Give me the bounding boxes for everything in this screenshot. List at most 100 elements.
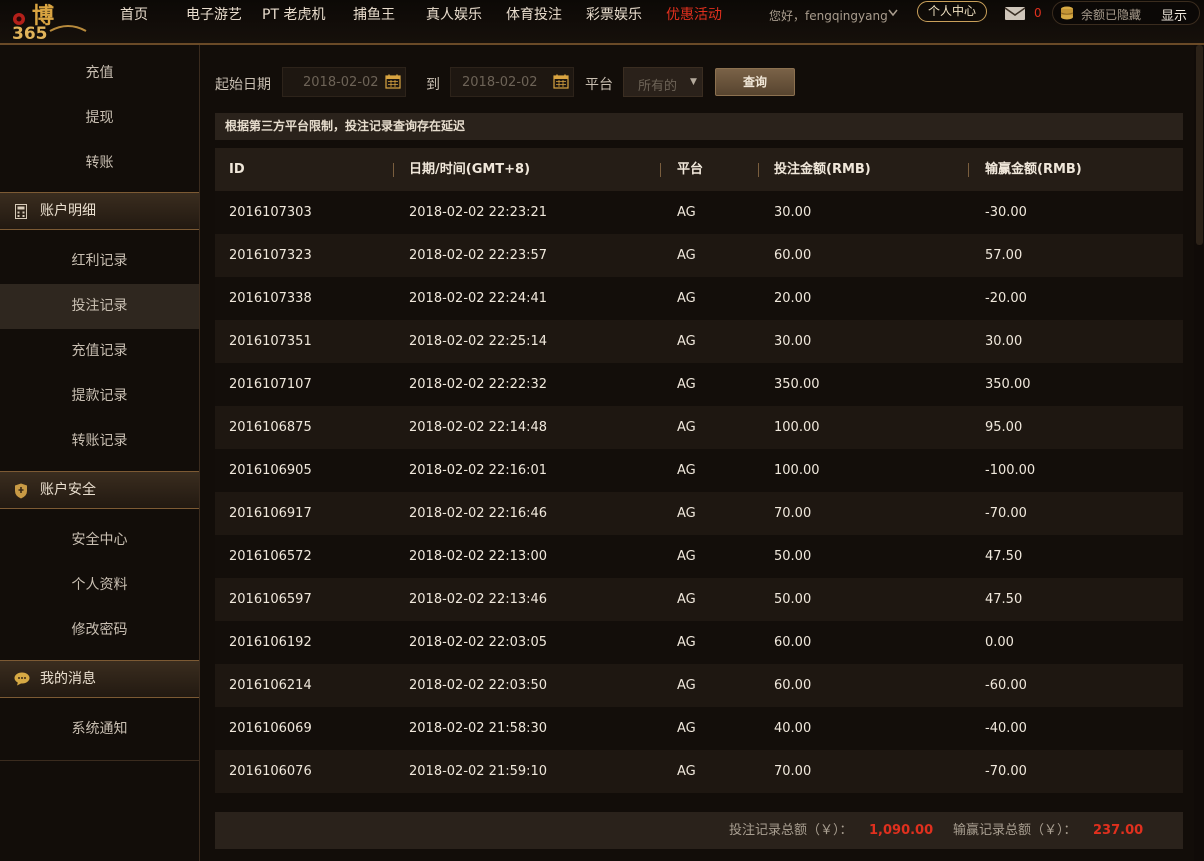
bet-total-value: 1,090.00 xyxy=(869,823,934,838)
query-button[interactable]: 查询 xyxy=(715,68,795,96)
row-datetime: 2018-02-02 22:13:46 xyxy=(409,592,548,607)
nav-item[interactable]: 体育投注 xyxy=(506,0,562,30)
section-account-details[interactable]: 账户明细 xyxy=(0,192,199,230)
calendar-icon[interactable] xyxy=(385,74,401,89)
bet-total-label: 投注记录总额（￥）： xyxy=(729,823,853,838)
row-datetime: 2018-02-02 22:23:57 xyxy=(409,248,548,263)
personal-center-button[interactable]: 个人中心 xyxy=(917,1,987,22)
start-date-value: 2018-02-02 xyxy=(303,75,379,90)
row-bet-amount: 30.00 xyxy=(774,205,812,220)
coin-stack-icon xyxy=(1060,6,1074,20)
balance-box: 余额已隐藏 显示 xyxy=(1052,1,1200,25)
show-balance-button[interactable]: 显示 xyxy=(1161,5,1187,24)
row-id: 2016107323 xyxy=(229,248,312,263)
calendar-icon[interactable] xyxy=(553,74,569,89)
platform-select[interactable]: 所有的 ▼ xyxy=(623,67,703,97)
row-win-loss: 0.00 xyxy=(985,635,1014,650)
table-row: 2016106572 2018-02-02 22:13:00 AG 50.00 47.5… xyxy=(215,535,1183,578)
row-bet-amount: 50.00 xyxy=(774,592,812,607)
row-platform: AG xyxy=(677,334,696,349)
row-win-loss: 57.00 xyxy=(985,248,1023,263)
nav-item[interactable]: PT 老虎机 xyxy=(262,0,325,30)
nav-item[interactable]: 首页 xyxy=(120,0,148,30)
table-row: 2016106905 2018-02-02 22:16:01 AG 100.00 -10… xyxy=(215,449,1183,492)
nav-item[interactable]: 真人娱乐 xyxy=(426,0,482,30)
sidebar-item-transfer[interactable]: 转账 xyxy=(0,141,199,186)
row-id: 2016106917 xyxy=(229,506,312,521)
row-platform: AG xyxy=(677,463,696,478)
row-platform: AG xyxy=(677,506,696,521)
column-divider xyxy=(758,163,759,177)
sidebar-item-deposit[interactable]: 充值 xyxy=(0,51,199,96)
row-id: 2016107107 xyxy=(229,377,312,392)
sidebar-item-withdraw[interactable]: 提现 xyxy=(0,96,199,141)
svg-text:365: 365 xyxy=(12,24,48,41)
nav-item[interactable]: 电子游艺 xyxy=(186,0,242,30)
chevron-down-icon[interactable] xyxy=(888,9,898,17)
page-scrollbar[interactable] xyxy=(1194,45,1204,861)
row-platform: AG xyxy=(677,678,696,693)
end-date-input[interactable]: 2018-02-02 xyxy=(450,67,574,97)
row-id: 2016106597 xyxy=(229,592,312,607)
platform-label: 平台 xyxy=(585,77,613,93)
section-my-messages[interactable]: 我的消息 xyxy=(0,660,199,698)
nav-item[interactable]: 彩票娱乐 xyxy=(586,0,642,30)
row-datetime: 2018-02-02 22:14:48 xyxy=(409,420,548,435)
row-datetime: 2018-02-02 21:58:30 xyxy=(409,721,548,736)
row-id: 2016106572 xyxy=(229,549,312,564)
row-bet-amount: 100.00 xyxy=(774,420,820,435)
shield-icon xyxy=(15,483,27,499)
section-account-security[interactable]: 账户安全 xyxy=(0,471,199,509)
table-row: 2016107323 2018-02-02 22:23:57 AG 60.00 57.0… xyxy=(215,234,1183,277)
sidebar-item-profile[interactable]: 个人资料 xyxy=(0,563,199,608)
table-row: 2016106214 2018-02-02 22:03:50 AG 60.00 -60.… xyxy=(215,664,1183,707)
table-row: 2016106597 2018-02-02 22:13:46 AG 50.00 47.5… xyxy=(215,578,1183,621)
column-divider xyxy=(968,163,969,177)
sidebar: 充值 提现 转账 账户明细 红利记录 投注记录 充值记录 提款记录 转账记录 账… xyxy=(0,45,200,861)
nav-item[interactable]: 捕鱼王 xyxy=(353,0,395,30)
win-total-value: 237.00 xyxy=(1093,823,1144,838)
table-row: 2016107338 2018-02-02 22:24:41 AG 20.00 -20.… xyxy=(215,277,1183,320)
row-platform: AG xyxy=(677,549,696,564)
mail-icon[interactable] xyxy=(1004,6,1026,21)
scrollbar-thumb[interactable] xyxy=(1196,45,1203,245)
row-platform: AG xyxy=(677,764,696,779)
row-platform: AG xyxy=(677,205,696,220)
row-win-loss: -60.00 xyxy=(985,678,1027,693)
user-greeting[interactable]: 您好，fengqingyang xyxy=(769,7,888,24)
row-bet-amount: 40.00 xyxy=(774,721,812,736)
row-win-loss: 95.00 xyxy=(985,420,1023,435)
column-header-id: ID xyxy=(229,162,245,177)
table-header: ID 日期/时间(GMT+8) 平台 投注金额(RMB) 输赢金额(RMB) xyxy=(215,148,1183,191)
row-win-loss: -20.00 xyxy=(985,291,1027,306)
sidebar-item-system-notice[interactable]: 系统通知 xyxy=(0,707,199,752)
sidebar-item-bonus-records[interactable]: 红利记录 xyxy=(0,239,199,284)
calculator-icon xyxy=(15,204,27,219)
nav-item[interactable]: 优惠活动 xyxy=(666,0,722,30)
table-row: 2016107107 2018-02-02 22:22:32 AG 350.00 350… xyxy=(215,363,1183,406)
platform-select-value: 所有的 xyxy=(638,79,678,94)
table-body: 2016107303 2018-02-02 22:23:21 AG 30.00 -30.… xyxy=(215,191,1183,793)
row-bet-amount: 70.00 xyxy=(774,506,812,521)
end-date-value: 2018-02-02 xyxy=(462,75,538,90)
start-date-input[interactable]: 2018-02-02 xyxy=(282,67,406,97)
row-id: 2016107351 xyxy=(229,334,312,349)
row-win-loss: 30.00 xyxy=(985,334,1023,349)
sidebar-item-bet-records[interactable]: 投注记录 xyxy=(0,284,199,329)
sidebar-item-transfer-records[interactable]: 转账记录 xyxy=(0,419,199,464)
row-id: 2016106875 xyxy=(229,420,312,435)
to-label: 到 xyxy=(426,77,440,93)
row-datetime: 2018-02-02 22:13:00 xyxy=(409,549,548,564)
row-win-loss: 47.50 xyxy=(985,549,1023,564)
top-bar: 博 365 首页 电子游艺 PT 老虎机 捕鱼王 真人娱乐 体育投注 彩票娱乐 优惠活动 您好… xyxy=(0,0,1204,45)
sidebar-item-security-center[interactable]: 安全中心 xyxy=(0,518,199,563)
section-title: 账户明细 xyxy=(40,203,96,219)
sidebar-item-change-password[interactable]: 修改密码 xyxy=(0,608,199,653)
section-title: 账户安全 xyxy=(40,482,96,498)
row-platform: AG xyxy=(677,592,696,607)
sidebar-item-withdraw-records[interactable]: 提款记录 xyxy=(0,374,199,419)
row-win-loss: -40.00 xyxy=(985,721,1027,736)
sidebar-item-deposit-records[interactable]: 充值记录 xyxy=(0,329,199,374)
column-header-datetime: 日期/时间(GMT+8) xyxy=(409,162,531,177)
site-logo[interactable]: 博 365 xyxy=(6,1,88,41)
